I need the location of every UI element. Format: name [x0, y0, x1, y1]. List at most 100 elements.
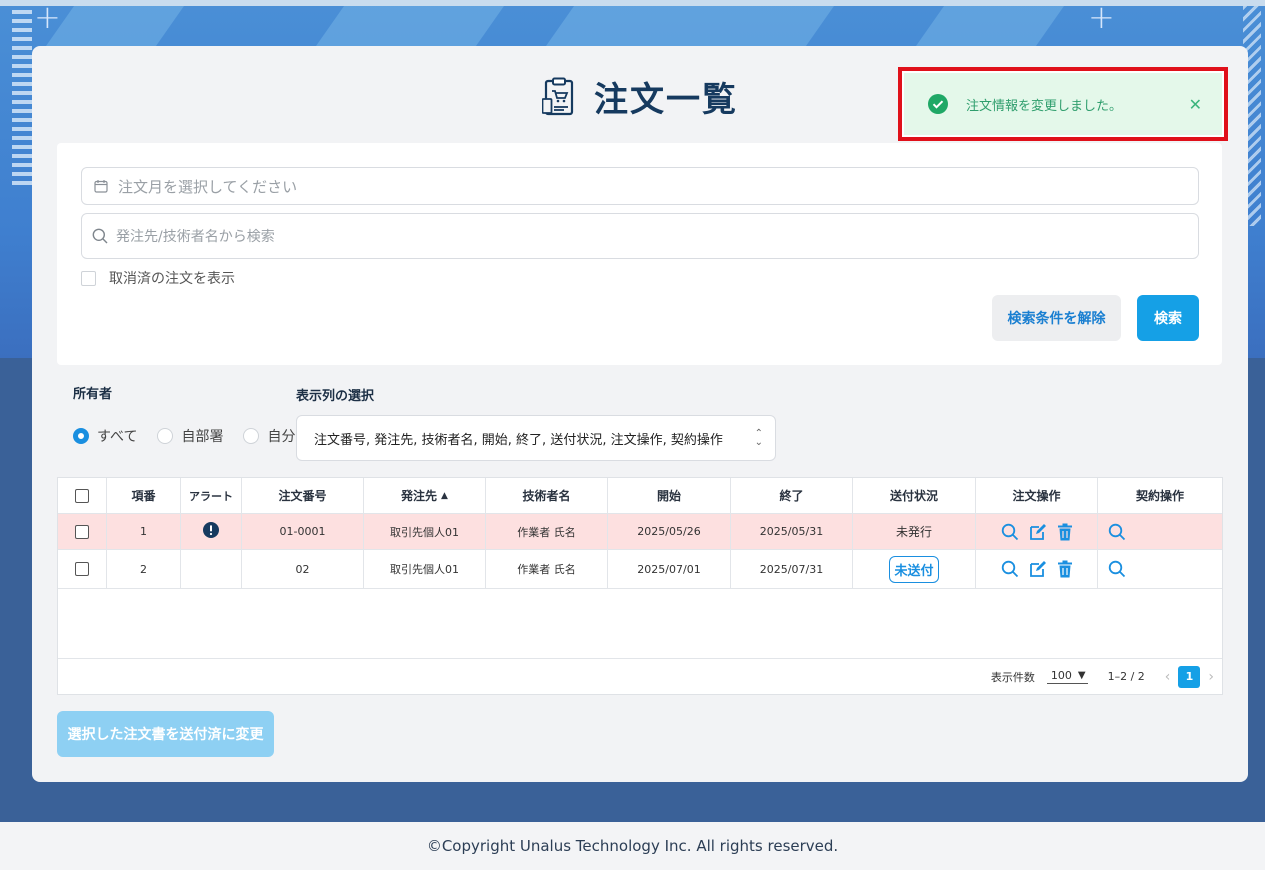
table-pagination: 表示件数 100 ▼ 1–2 / 2 ‹ 1 › [58, 658, 1222, 694]
owner-option-label: 自部署 [181, 429, 224, 445]
row-checkbox[interactable] [75, 524, 89, 539]
copyright-text: ©Copyright Unalus Technology Inc. All ri… [426, 837, 839, 855]
cell-order-no: 01-0001 [242, 514, 364, 549]
clear-filters-button[interactable]: 検索条件を解除 [992, 295, 1121, 341]
cell-alert [181, 514, 242, 549]
select-arrows-icon: ⌃ ⌄ [754, 428, 763, 448]
rows-per-page-select[interactable]: 100 ▼ [1046, 669, 1088, 684]
cell-vendor: 取引先個人01 [364, 514, 486, 549]
cell-engineer: 作業者 氏名 [486, 550, 608, 588]
cell-no: 1 [107, 514, 181, 549]
header-vendor[interactable]: 発注先 ▲ [364, 478, 486, 513]
toast-body: 注文情報を変更しました。 ✕ [904, 73, 1222, 135]
edit-icon[interactable] [1029, 523, 1047, 541]
delete-icon[interactable] [1057, 523, 1073, 541]
row-checkbox[interactable] [75, 562, 89, 576]
delete-icon[interactable] [1057, 560, 1073, 578]
header-end[interactable]: 終了 [731, 478, 853, 513]
alert-icon[interactable] [203, 521, 219, 538]
header-select-cell [58, 478, 107, 513]
background-bars [12, 10, 32, 190]
show-cancelled-row: 取消済の注文を表示 [81, 268, 235, 288]
month-picker[interactable]: 注文月を選択してください [81, 167, 1199, 205]
month-picker-placeholder: 注文月を選択してください [118, 177, 298, 196]
columns-select-value: 注文番号, 発注先, 技術者名, 開始, 終了, 送付状況, 注文操作, 契約操… [314, 432, 723, 448]
search-icon [92, 228, 108, 244]
owner-option-self[interactable]: 自分 [243, 426, 295, 446]
owner-label: 所有者 [73, 387, 113, 402]
status-badge[interactable]: 未送付 [889, 555, 939, 583]
toast-message: 注文情報を変更しました。 [966, 98, 1123, 114]
orders-table: 項番 アラート 注文番号 発注先 ▲ 技術者名 開始 終了 送付状況 注文操作 … [57, 477, 1223, 695]
header-no[interactable]: 項番 [107, 478, 181, 513]
radio-icon [243, 428, 260, 444]
row-select-cell [58, 514, 107, 549]
header-contract-actions: 契約操作 [1135, 489, 1184, 503]
header-status[interactable]: 送付状況 [853, 478, 976, 513]
background-stripe [545, 6, 835, 46]
sort-asc-icon: ▲ [441, 490, 448, 501]
page-1-button[interactable]: 1 [1178, 665, 1201, 688]
cell-no: 2 [107, 550, 181, 588]
success-toast: 注文情報を変更しました。 ✕ [898, 67, 1228, 141]
cell-start: 2025/05/26 [608, 514, 731, 549]
owner-option-label: すべて [97, 429, 138, 445]
rows-per-page-value: 100 [1050, 669, 1072, 682]
search-panel: 注文月を選択してください 発注先/技術者名から検索 取消済の注文を表示 検索条件… [57, 143, 1222, 365]
cell-engineer: 作業者 氏名 [486, 514, 608, 549]
row-select-cell [58, 550, 107, 588]
table-row[interactable]: 1 01-0001 取引先個人01 作業者 氏名 2025/05/26 2025… [58, 514, 1222, 550]
owner-option-dept[interactable]: 自部署 [157, 426, 223, 446]
owner-option-all[interactable]: すべて [73, 426, 137, 446]
radio-selected-icon [73, 428, 89, 444]
header-start[interactable]: 開始 [608, 478, 731, 513]
edit-icon[interactable] [1029, 560, 1047, 578]
rows-per-page-label: 表示件数 [990, 670, 1035, 684]
cell-status: 未発行 [853, 514, 976, 549]
table-header-row: 項番 アラート 注文番号 発注先 ▲ 技術者名 開始 終了 送付状況 注文操作 … [58, 478, 1222, 514]
calendar-icon [94, 180, 108, 193]
select-all-checkbox[interactable] [75, 488, 89, 503]
cell-order-actions [976, 514, 1098, 549]
cell-end: 2025/05/31 [731, 514, 853, 549]
main-card: 注文一覧 注文情報を変更しました。 ✕ 注文月を選択してください 発注先/技術者… [32, 46, 1248, 782]
header-order-actions: 注文操作 [976, 478, 1098, 513]
page-title: 注文一覧 [594, 80, 738, 120]
view-contract-icon[interactable] [1108, 523, 1126, 541]
background-plus: + [34, 0, 61, 36]
cell-end: 2025/07/31 [731, 550, 853, 588]
show-cancelled-checkbox[interactable] [81, 270, 96, 286]
close-icon[interactable]: ✕ [1189, 95, 1202, 114]
owner-option-label: 自分 [267, 429, 296, 445]
columns-select-label: 表示列の選択 [296, 389, 375, 404]
pagination-range: 1–2 / 2 [1107, 670, 1145, 683]
columns-select[interactable]: 注文番号, 発注先, 技術者名, 開始, 終了, 送付状況, 注文操作, 契約操… [296, 415, 776, 461]
owner-radio-group: すべて 自部署 自分 [73, 426, 315, 446]
radio-icon [157, 428, 174, 444]
view-contract-icon[interactable] [1108, 560, 1126, 578]
cell-order-no: 02 [242, 550, 364, 588]
search-button[interactable]: 検索 [1137, 295, 1199, 341]
keyword-placeholder: 発注先/技術者名から検索 [116, 229, 275, 245]
cell-order-actions [976, 550, 1098, 588]
cell-contract-actions [1098, 514, 1222, 549]
view-order-icon[interactable] [1001, 560, 1019, 578]
keyword-search-input[interactable]: 発注先/技術者名から検索 [81, 213, 1199, 259]
header-engineer[interactable]: 技術者名 [486, 478, 608, 513]
view-order-icon[interactable] [1001, 523, 1019, 541]
dropdown-caret-icon: ▼ [1077, 670, 1086, 681]
cell-status: 未送付 [853, 550, 976, 588]
cell-alert [181, 550, 242, 588]
check-circle-icon [928, 94, 948, 114]
header-order-no[interactable]: 注文番号 [242, 478, 364, 513]
cell-start: 2025/07/01 [608, 550, 731, 588]
page-footer: ©Copyright Unalus Technology Inc. All ri… [0, 822, 1265, 870]
next-page-icon[interactable]: › [1208, 669, 1214, 685]
header-alert[interactable]: アラート [181, 478, 242, 513]
table-row[interactable]: 2 02 取引先個人01 作業者 氏名 2025/07/01 2025/07/3… [58, 550, 1222, 589]
cell-vendor: 取引先個人01 [364, 550, 486, 588]
order-list-icon [542, 77, 574, 115]
cell-contract-actions [1098, 550, 1222, 588]
prev-page-icon[interactable]: ‹ [1165, 669, 1171, 685]
mark-sent-button[interactable]: 選択した注文書を送付済に変更 [57, 711, 274, 757]
